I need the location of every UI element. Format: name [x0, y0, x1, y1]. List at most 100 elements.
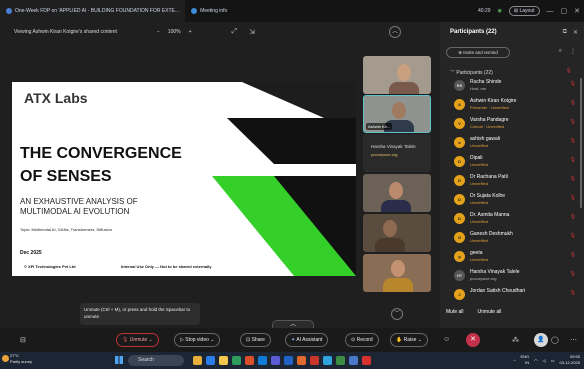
participant-name: Dr Rachana Patil	[470, 174, 508, 180]
windows-start-icon[interactable]	[115, 356, 123, 364]
participants-list-header[interactable]: ﹀ Participants (22)	[450, 69, 493, 76]
more-options-icon[interactable]: ⋯	[570, 336, 577, 344]
unmute-button[interactable]: 🎙 Unmute ⌄	[116, 333, 159, 347]
close-button[interactable]: ✕	[574, 7, 580, 15]
chevron-down-icon[interactable]: ﹀	[391, 308, 403, 320]
file-explorer-icon[interactable]	[206, 356, 215, 365]
panel-controls: ⧉ ✕	[563, 29, 578, 36]
participant-row[interactable]: D Dr Sujata Kolhe Unverified 🎙	[454, 192, 580, 209]
zoom-in-button[interactable]: +	[189, 29, 192, 35]
participant-row[interactable]: A Ashwin Kiran Kotgire Presenter · Unverif…	[454, 97, 580, 114]
video-tile-5[interactable]	[363, 254, 431, 292]
mic-muted-icon: 🎙	[569, 119, 576, 125]
scrollbar[interactable]	[580, 78, 582, 208]
participant-row[interactable]: D Dr Rachana Patil Unverified 🎙	[454, 173, 580, 190]
slide-logo-text: ATX Labs	[24, 90, 88, 106]
participant-status: Unverified	[470, 162, 489, 167]
webex-icon	[6, 8, 12, 14]
zoom-out-button[interactable]: −	[157, 29, 160, 35]
participant-name: Harsha Vinayak Talele	[470, 269, 520, 275]
invite-button[interactable]: ⊕ Invite and remind	[446, 47, 510, 58]
video-tile-1[interactable]	[363, 56, 431, 94]
search-icon[interactable]: ⌕	[559, 48, 562, 55]
weather-widget[interactable]: 27°C Partly sunny	[10, 353, 32, 365]
widgets-icon[interactable]	[193, 356, 202, 365]
participant-name: Varsha Pandagre	[470, 117, 509, 123]
language-indicator[interactable]: ENG IN	[521, 354, 530, 366]
avatar: D	[454, 175, 465, 186]
popout-icon[interactable]: ⇲	[249, 28, 255, 36]
reactions-icon[interactable]: ☺	[443, 336, 450, 343]
edge-icon[interactable]	[258, 356, 267, 365]
participant-row[interactable]: J Jordan Satish Choudhari 🎙	[454, 287, 580, 304]
participant-body	[389, 82, 419, 94]
acrobat-icon[interactable]	[362, 356, 371, 365]
harsha-tile-name: Harsha Vinayak Talele	[371, 144, 416, 149]
maximize-button[interactable]: ▢	[561, 7, 568, 15]
chat-icon[interactable]: ◯	[551, 336, 559, 344]
camera-icon: ▷	[180, 337, 184, 343]
participant-status: Cohost · Unverified	[470, 124, 505, 129]
video-tile-3[interactable]	[363, 174, 431, 212]
chrome-icon[interactable]	[245, 356, 254, 365]
title-bar-right: 40:29 ◉ ⊞ Layout — ▢ ✕	[478, 0, 580, 22]
mute-all-button[interactable]: Mute all	[446, 309, 464, 315]
ai-assistant-label: AI Assistant	[296, 337, 323, 343]
taskbar-search[interactable]: Search	[128, 355, 184, 366]
apps-icon[interactable]: ⁂	[512, 336, 519, 344]
tab-meeting-info[interactable]: Meeting info	[185, 0, 233, 22]
video-tile-presenter[interactable]: Ashwin Kir...	[363, 95, 431, 133]
word-icon[interactable]	[284, 356, 293, 365]
leave-meeting-button[interactable]: ✕	[466, 333, 480, 347]
participant-row[interactable]: D Dipali Unverified 🎙	[454, 154, 580, 171]
panel-footer: Mute all Unmute all	[446, 309, 501, 315]
battery-icon[interactable]: ▭	[551, 358, 555, 363]
ai-assistant-button[interactable]: ✦ AI Assistant	[285, 333, 329, 347]
participant-row[interactable]: D Dr. Asmita Manna Unverified 🎙	[454, 211, 580, 228]
app-icon-green[interactable]	[336, 356, 345, 365]
folder-icon[interactable]	[219, 356, 228, 365]
webex-taskbar-icon[interactable]	[323, 356, 332, 365]
minimize-button[interactable]: —	[547, 8, 554, 15]
participants-toggle-icon[interactable]: 👤	[534, 333, 548, 347]
participant-name: Dr Sujata Kolhe	[470, 193, 506, 199]
windows-taskbar: 27°C Partly sunny Search ^ ENG IN ◠ ◁ ▭ …	[0, 352, 584, 369]
record-button[interactable]: ⊙ Record	[345, 333, 379, 347]
participant-name: geeta	[470, 250, 483, 256]
stop-video-button[interactable]: ▷ Stop video ⌄	[174, 333, 221, 347]
unmute-all-button[interactable]: Unmute all	[478, 309, 502, 315]
raise-hand-button[interactable]: ✋ Raise ⌄	[390, 333, 429, 347]
teams-icon[interactable]	[271, 356, 280, 365]
chevron-up-icon[interactable]: ︿	[389, 26, 401, 38]
layout-button[interactable]: ⊞ Layout	[508, 6, 540, 16]
participant-row[interactable]: a ashish gawali Unverified 🎙	[454, 135, 580, 152]
video-tile-4[interactable]	[363, 214, 431, 252]
video-tile-harsha[interactable]: Harsha Vinayak Talele pccoepune.org	[363, 134, 431, 172]
powerpoint-icon[interactable]	[297, 356, 306, 365]
chevron-up-icon[interactable]: ^	[514, 358, 516, 363]
volume-icon[interactable]: ◁	[543, 358, 546, 363]
share-button[interactable]: ⊡ Share	[240, 333, 271, 347]
participant-row[interactable]: G Ganesh Deshmukh Unverified 🎙	[454, 230, 580, 247]
participant-row[interactable]: HT Harsha Vinayak Talele pccoepune.org 🎙	[454, 268, 580, 285]
avatar: G	[454, 232, 465, 243]
more-icon[interactable]: ⋮	[570, 48, 576, 55]
app-icon-blue[interactable]	[349, 356, 358, 365]
participant-face	[391, 260, 405, 277]
close-panel-icon[interactable]: ✕	[573, 29, 578, 36]
weather-desc: Partly sunny	[10, 359, 33, 364]
participant-row[interactable]: V Varsha Pandagre Cohost · Unverified 🎙	[454, 116, 580, 133]
clock[interactable]: 09:55 03-12-2025	[560, 354, 580, 366]
tab-meeting[interactable]: One-Week FDP on 'APPLIED AI - BUILDING F…	[0, 0, 186, 22]
excel-icon[interactable]	[232, 356, 241, 365]
captions-icon[interactable]: ⊟	[20, 336, 26, 344]
participant-row[interactable]: RS Rucha Shinde Host, me 🎙	[454, 78, 580, 95]
wifi-icon[interactable]: ◠	[534, 358, 538, 363]
slide-title-line1: THE CONVERGENCE	[20, 145, 182, 162]
participant-row[interactable]: g geeta Unverified 🎙	[454, 249, 580, 266]
fit-icon[interactable]: ⤢	[232, 28, 238, 36]
popout-panel-icon[interactable]: ⧉	[563, 29, 567, 36]
participant-name: ashish gawali	[470, 136, 501, 142]
avatar: D	[454, 213, 465, 224]
pdf-icon[interactable]	[310, 356, 319, 365]
